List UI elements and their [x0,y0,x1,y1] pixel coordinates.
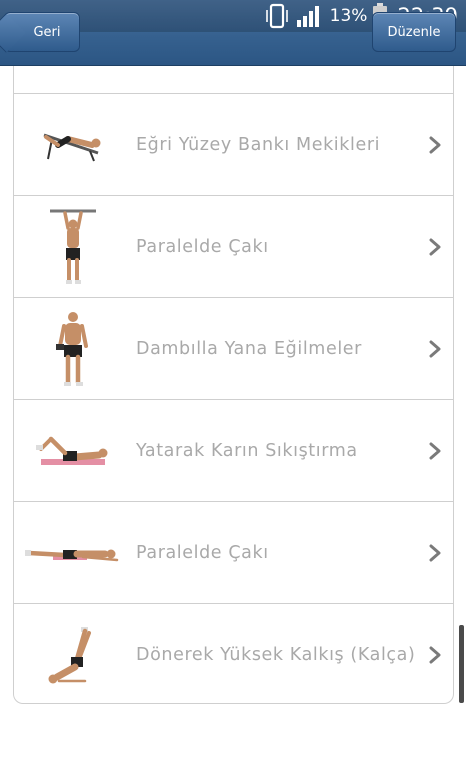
exercise-label: Dambılla Yana Eğilmeler [136,338,362,359]
exercise-list: Eğri Yüzey Bankı Mekikleri Paralelde Çak… [13,66,454,704]
exercise-label: Paralelde Çakı [136,236,269,257]
hanging-bar-figure-icon [14,197,132,297]
list-item-partial[interactable] [14,66,453,94]
exercise-label: Yatarak Karın Sıkıştırma [136,440,358,461]
lying-crunch-figure-icon [14,401,132,501]
battery-percentage: 13% [329,6,368,26]
exercise-row[interactable]: Dambılla Yana Eğilmeler [14,298,453,400]
chevron-right-icon [429,238,441,255]
edit-button-label: Düzenle [387,24,441,40]
chevron-right-icon [429,340,441,357]
signal-strength-icon [296,6,319,27]
top-navigation-bar: 13% 22:39 Geri Düzenle [0,0,466,66]
chevron-right-icon [429,442,441,459]
scrollbar[interactable] [459,625,464,703]
phone-vibrate-icon [265,3,288,29]
exercise-row[interactable]: Yatarak Karın Sıkıştırma [14,400,453,502]
chevron-right-icon [429,136,441,153]
decline-bench-situp-figure-icon [14,95,132,195]
back-button-label: Geri [33,24,61,40]
lying-leg-raise-figure-icon [14,503,132,603]
back-button[interactable]: Geri [4,12,80,52]
dumbbell-side-bend-figure-icon [14,299,132,399]
exercise-row[interactable]: Paralelde Çakı [14,196,453,298]
exercise-row[interactable]: Dönerek Yüksek Kalkış (Kalça) [14,604,453,703]
exercise-label: Dönerek Yüksek Kalkış (Kalça) [136,645,416,665]
exercise-row[interactable]: Paralelde Çakı [14,502,453,604]
chevron-right-icon [429,544,441,561]
exercise-label: Eğri Yüzey Bankı Mekikleri [136,134,381,155]
edit-button[interactable]: Düzenle [372,12,456,52]
exercise-row[interactable]: Eğri Yüzey Bankı Mekikleri [14,94,453,196]
exercise-label: Paralelde Çakı [136,542,269,563]
chevron-right-icon [429,646,441,664]
hip-raise-figure-icon [14,605,132,703]
